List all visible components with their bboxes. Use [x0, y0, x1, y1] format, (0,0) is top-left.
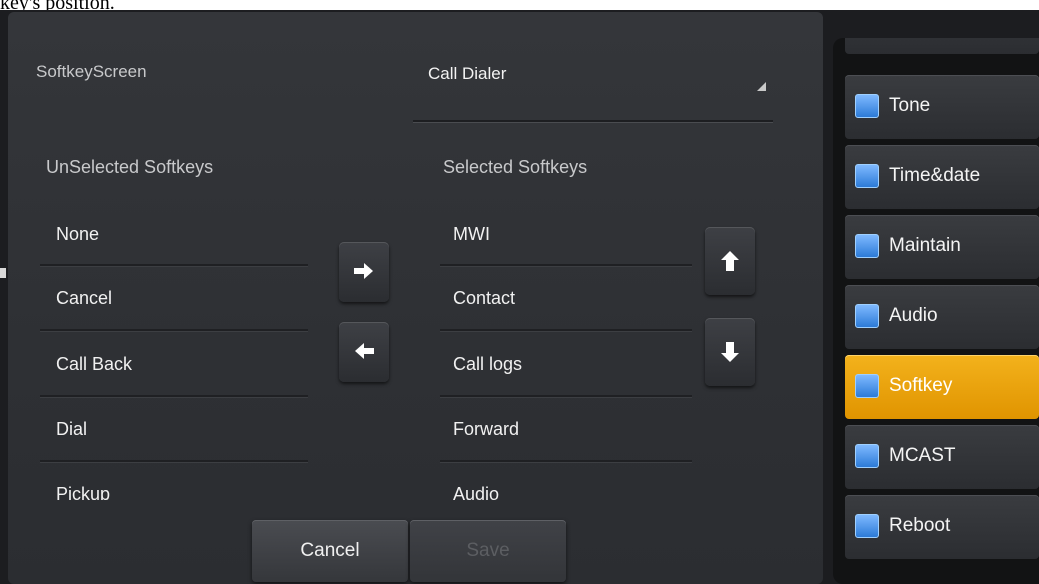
- sidebar-item-label: Audio: [889, 305, 938, 326]
- keyboard-icon: [855, 374, 879, 398]
- selected-item[interactable]: Forward: [453, 419, 519, 440]
- sidebar-item-softkey[interactable]: Softkey: [845, 355, 1039, 419]
- selected-softkeys-list: MWI Contact Call logs Forward Audio: [8, 202, 823, 500]
- arrow-down-icon: [721, 342, 739, 362]
- edge-marker: [0, 268, 6, 278]
- arrow-right-icon: [354, 263, 373, 279]
- sidebar-item-label: Softkey: [889, 375, 953, 396]
- settings-sidebar: Tone Time&date Maintain Audio Softkey MC…: [845, 45, 1039, 565]
- sidebar-item-mcast[interactable]: MCAST: [845, 425, 1039, 489]
- move-up-button[interactable]: [705, 227, 755, 295]
- microphone-icon: [855, 304, 879, 328]
- move-down-button[interactable]: [705, 318, 755, 386]
- sidebar-item-maintain[interactable]: Maintain: [845, 215, 1039, 279]
- speaker-icon: [855, 94, 879, 118]
- move-right-button[interactable]: [339, 242, 389, 302]
- softkey-screen-label: SoftkeyScreen: [36, 62, 147, 81]
- tools-icon: [855, 234, 879, 258]
- sidebar-item-label: Tone: [889, 95, 931, 116]
- divider: [440, 395, 692, 397]
- dropdown-underline: [413, 120, 773, 122]
- divider: [440, 460, 692, 462]
- selected-item[interactable]: Contact: [453, 288, 515, 309]
- softkey-settings-panel: SoftkeyScreen Call Dialer UnSelected Sof…: [8, 12, 823, 584]
- unselected-softkeys-header: UnSelected Softkeys: [46, 157, 214, 177]
- sidebar-item-label: Maintain: [889, 235, 961, 256]
- divider: [440, 264, 692, 266]
- reboot-icon: [855, 514, 879, 538]
- clock-icon: [855, 164, 879, 188]
- sidebar-item-label: MCAST: [889, 445, 956, 466]
- softkey-screen-dropdown[interactable]: Call Dialer: [413, 52, 773, 122]
- softkey-screen-value: Call Dialer: [428, 64, 507, 83]
- divider: [440, 329, 692, 331]
- dropdown-caret-icon: [757, 82, 766, 91]
- sidebar-item-label: Reboot: [889, 515, 951, 536]
- sidebar-item-tone[interactable]: Tone: [845, 75, 1039, 139]
- save-button[interactable]: Save: [410, 520, 566, 582]
- sidebar-item-audio[interactable]: Audio: [845, 285, 1039, 349]
- selected-softkeys-header: Selected Softkeys: [443, 157, 588, 177]
- sidebar-item-timedate[interactable]: Time&date: [845, 145, 1039, 209]
- cancel-button[interactable]: Cancel: [252, 520, 408, 582]
- dialog-buttons: Cancel Save: [252, 520, 566, 582]
- arrow-left-icon: [355, 343, 374, 359]
- move-left-button[interactable]: [339, 322, 389, 382]
- multicast-icon: [855, 444, 879, 468]
- selected-item[interactable]: Audio: [453, 484, 499, 500]
- selected-item[interactable]: MWI: [453, 224, 490, 245]
- sidebar-item-reboot[interactable]: Reboot: [845, 495, 1039, 559]
- selected-item[interactable]: Call logs: [453, 354, 522, 375]
- arrow-up-icon: [721, 251, 739, 271]
- sidebar-item-label: Time&date: [889, 165, 981, 186]
